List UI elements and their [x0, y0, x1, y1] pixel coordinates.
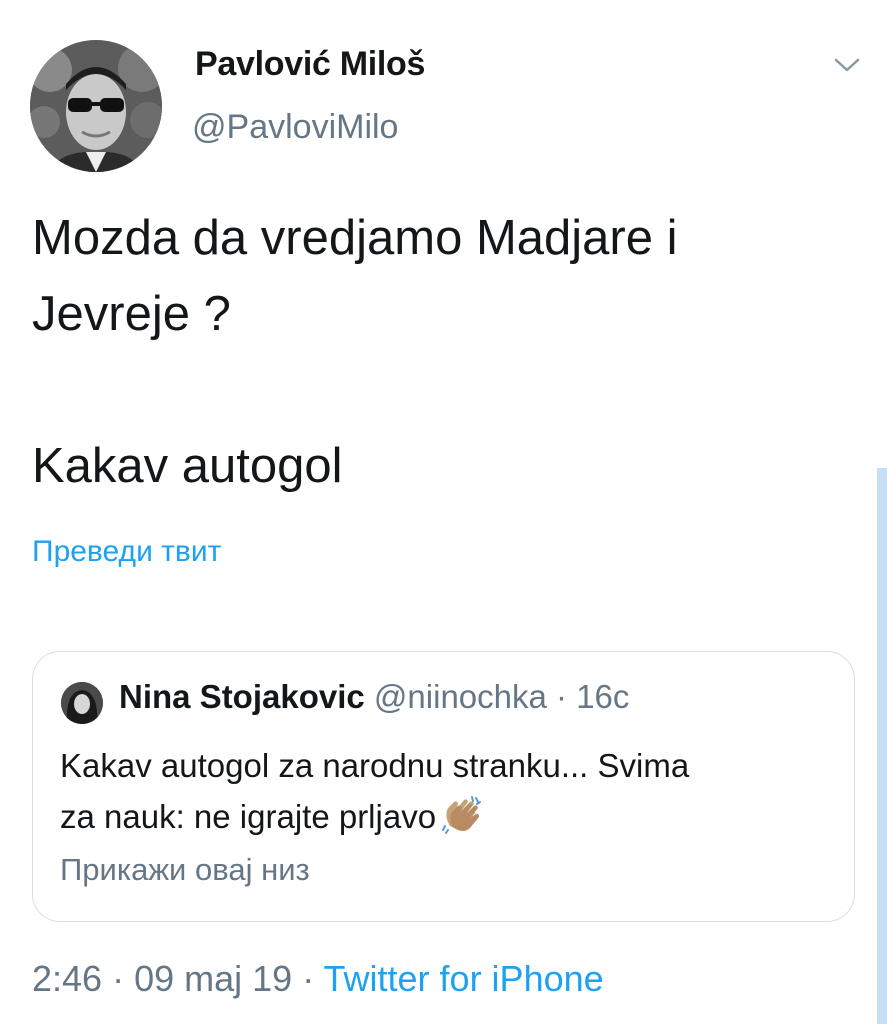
- separator-dot: ·: [102, 958, 135, 999]
- author-name[interactable]: Pavlović Miloš: [195, 45, 425, 84]
- tweet-text: Mozda da vredjamo Madjare i Jevreje ? Ka…: [32, 200, 852, 504]
- quoted-tweet-time: 16c: [576, 678, 630, 715]
- quoted-tweet-text-line-2: za nauk: ne igrajte prljavo: [60, 798, 437, 835]
- quoted-tweet-text: Kakav autogol za narodnu stranku... Svim…: [60, 740, 840, 848]
- show-thread-link[interactable]: Прикажи овај низ: [60, 852, 310, 888]
- separator-dot: ·: [292, 958, 324, 999]
- translate-tweet-link[interactable]: Преведи твит: [32, 535, 221, 569]
- tweet-text-line: Mozda da vredjamo Madjare i: [32, 211, 678, 265]
- quoted-tweet-card[interactable]: Nina Stojakovic @niinochka · 16c Kakav a…: [32, 651, 855, 922]
- chevron-down-icon[interactable]: [830, 52, 864, 76]
- quoted-author-avatar[interactable]: [61, 682, 103, 724]
- separator-dot: ·: [546, 678, 577, 715]
- tweet-text-line: Jevreje ?: [32, 287, 231, 341]
- quoted-author-name[interactable]: Nina Stojakovic: [119, 678, 365, 715]
- author-avatar[interactable]: [30, 40, 162, 172]
- tweet-time: 2:46: [32, 958, 103, 999]
- tweet-source-link[interactable]: Twitter for iPhone: [324, 958, 604, 999]
- quoted-tweet-text-line: Kakav autogol za narodnu stranku... Svim…: [60, 747, 690, 784]
- quoted-tweet-header: Nina Stojakovic @niinochka · 16c: [119, 678, 629, 716]
- author-handle[interactable]: @PavloviMilo: [192, 108, 398, 147]
- clapping-hands-icon: [442, 796, 482, 848]
- scrollbar[interactable]: [877, 468, 887, 1024]
- tweet-text-line: Kakav autogol: [32, 439, 343, 493]
- tweet-meta: 2:46 · 09 maj 19 · Twitter for iPhone: [32, 958, 604, 1000]
- quoted-tweet-text-line: za nauk: ne igrajte prljavo: [60, 791, 840, 848]
- quoted-author-handle[interactable]: @niinochka: [374, 678, 547, 715]
- tweet-date: 09 maj 19: [134, 958, 293, 999]
